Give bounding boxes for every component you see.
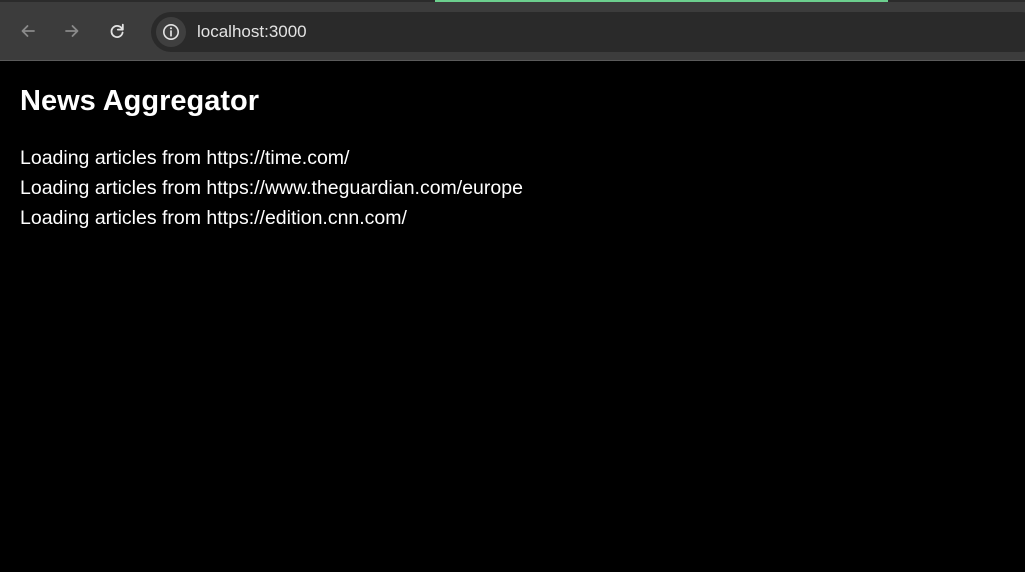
loading-status-list: Loading articles from https://time.com/ … [20,143,523,233]
info-icon [163,24,179,40]
site-info-button[interactable] [156,17,186,47]
page-title: News Aggregator [20,85,260,117]
reload-icon [110,23,124,38]
address-bar[interactable]: localhost:3000 [151,12,1025,52]
loading-status-line: Loading articles from https://www.thegua… [20,177,523,199]
page-content: News Aggregator Loading articles from ht… [0,61,1025,572]
loading-status-line: Loading articles from https://time.com/ [20,147,350,169]
arrow-right-icon [65,25,79,37]
reload-button[interactable] [102,16,132,46]
browser-toolbar: localhost:3000 [0,2,1025,60]
url-text[interactable]: localhost:3000 [197,22,307,42]
browser-chrome: localhost:3000 [0,0,1025,61]
back-button[interactable] [13,16,43,46]
arrow-left-icon [21,25,35,37]
loading-status-line: Loading articles from https://edition.cn… [20,207,407,229]
forward-button[interactable] [57,16,87,46]
